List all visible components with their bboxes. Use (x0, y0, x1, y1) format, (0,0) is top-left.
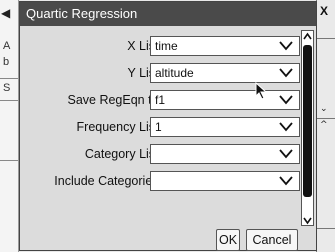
chevron-down-icon: ⌄ (320, 104, 328, 114)
save-regeqn-label: Save RegEqn to: (67, 93, 162, 107)
ok-button[interactable]: OK (216, 229, 240, 251)
frequency-list-value: 1 (155, 120, 162, 134)
category-list-dropdown[interactable] (150, 144, 300, 164)
y-list-value: altitude (155, 66, 194, 80)
y-list-dropdown[interactable]: altitude (150, 63, 300, 83)
background-text-a: A (3, 40, 11, 52)
save-regeqn-dropdown[interactable]: f1 (150, 90, 300, 110)
divider (0, 160, 18, 161)
dropdown-chevron-icon[interactable] (279, 176, 293, 186)
include-categories-label: Include Categories: (54, 174, 162, 188)
include-categories-dropdown[interactable] (150, 171, 300, 191)
scrollbar-thumb[interactable] (303, 45, 312, 197)
background-text-s: S (3, 82, 11, 94)
divider (0, 100, 18, 101)
background-right-panel: X ⌄ ^ (316, 0, 335, 252)
left-arrow-icon[interactable]: ◀ (1, 6, 10, 20)
x-list-dropdown[interactable]: time (150, 36, 300, 56)
dropdown-chevron-icon[interactable] (279, 149, 293, 159)
divider (0, 78, 18, 79)
background-text-b: b (3, 56, 10, 68)
divider (317, 228, 335, 229)
x-list-row: X List: time (20, 36, 310, 56)
save-regeqn-value: f1 (155, 93, 166, 107)
x-list-value: time (155, 39, 178, 53)
quartic-regression-dialog: Quartic Regression X List: time Y List: … (19, 1, 317, 251)
dialog-body: X List: time Y List: altitude Save RegEq… (20, 26, 316, 251)
divider (317, 118, 335, 119)
y-list-row: Y List: altitude (20, 63, 310, 83)
vertical-scrollbar[interactable] (301, 30, 314, 226)
dropdown-chevron-icon[interactable] (279, 122, 293, 132)
frequency-list-dropdown[interactable]: 1 (150, 117, 300, 137)
divider (317, 38, 335, 39)
dropdown-chevron-icon[interactable] (279, 68, 293, 78)
cancel-button[interactable]: Cancel (246, 229, 298, 251)
dialog-title: Quartic Regression (20, 2, 316, 26)
dropdown-chevron-icon[interactable] (279, 41, 293, 51)
dropdown-chevron-icon[interactable] (279, 95, 293, 105)
close-icon[interactable]: X (320, 4, 328, 18)
scroll-up-icon[interactable] (303, 32, 312, 41)
category-list-row: Category List: (20, 144, 310, 164)
chevron-up-icon: ^ (320, 120, 328, 130)
mouse-cursor-icon (255, 82, 268, 100)
frequency-list-row: Frequency List: 1 (20, 117, 310, 137)
background-left-panel: ◀ A b S (0, 0, 19, 252)
scroll-down-icon[interactable] (303, 216, 312, 225)
include-categories-row: Include Categories: (20, 171, 310, 191)
